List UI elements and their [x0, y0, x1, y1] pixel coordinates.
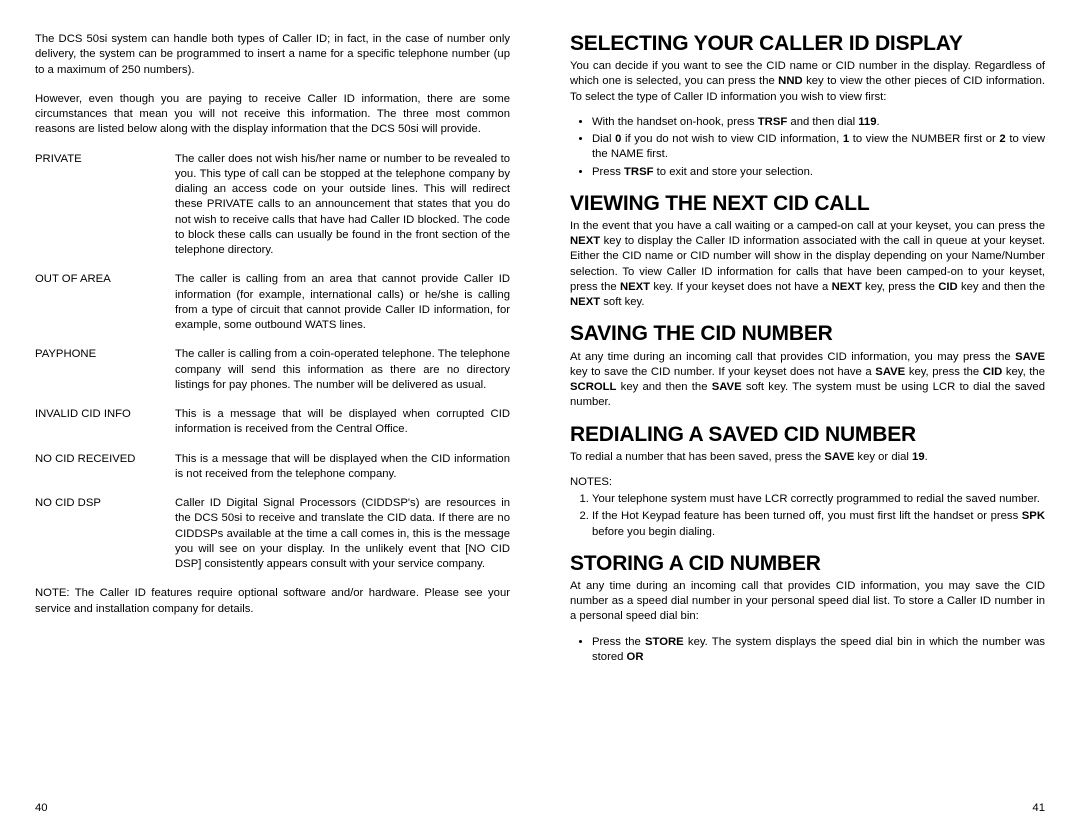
page-number-left: 40	[35, 802, 48, 814]
bullet-list: Press the STORE key. The system displays…	[570, 635, 1045, 666]
definition-desc: This is a message that will be displayed…	[175, 452, 510, 483]
list-item: If the Hot Keypad feature has been turne…	[592, 509, 1045, 540]
intro-paragraph-2: However, even though you are paying to r…	[35, 92, 510, 138]
definition-row: PAYPHONE The caller is calling from a co…	[35, 347, 510, 393]
numbered-list: Your telephone system must have LCR corr…	[570, 492, 1045, 540]
bullet-list: With the handset on-hook, press TRSF and…	[570, 115, 1045, 180]
list-item: With the handset on-hook, press TRSF and…	[592, 115, 1045, 130]
section-body: At any time during an incoming call that…	[570, 350, 1045, 411]
section-heading-viewing: VIEWING THE NEXT CID CALL	[570, 192, 1045, 215]
definition-row: OUT OF AREA The caller is calling from a…	[35, 272, 510, 333]
definition-row: NO CID DSP Caller ID Digital Signal Proc…	[35, 496, 510, 572]
left-page: The DCS 50si system can handle both type…	[0, 0, 540, 834]
definition-desc: Caller ID Digital Signal Processors (CID…	[175, 496, 510, 572]
definition-term: NO CID RECEIVED	[35, 452, 175, 483]
definition-desc: This is a message that will be displayed…	[175, 407, 510, 438]
list-item: Press the STORE key. The system displays…	[592, 635, 1045, 666]
definition-desc: The caller is calling from an area that …	[175, 272, 510, 333]
definition-term: OUT OF AREA	[35, 272, 175, 333]
right-page: SELECTING YOUR CALLER ID DISPLAY You can…	[540, 0, 1080, 834]
section-body: At any time during an incoming call that…	[570, 579, 1045, 625]
list-item: Press TRSF to exit and store your select…	[592, 165, 1045, 180]
section-body: In the event that you have a call waitin…	[570, 219, 1045, 311]
section-heading-saving: SAVING THE CID NUMBER	[570, 322, 1045, 345]
definition-desc: The caller is calling from a coin-operat…	[175, 347, 510, 393]
definition-term: NO CID DSP	[35, 496, 175, 572]
section-heading-storing: STORING A CID NUMBER	[570, 552, 1045, 575]
section-body: To redial a number that has been saved, …	[570, 450, 1045, 465]
definition-term: PRIVATE	[35, 152, 175, 259]
notes-label: NOTES:	[570, 475, 1045, 490]
section-body: You can decide if you want to see the CI…	[570, 59, 1045, 105]
definition-desc: The caller does not wish his/her name or…	[175, 152, 510, 259]
list-item: Your telephone system must have LCR corr…	[592, 492, 1045, 507]
definition-term: INVALID CID INFO	[35, 407, 175, 438]
definition-row: INVALID CID INFO This is a message that …	[35, 407, 510, 438]
note-paragraph: NOTE: The Caller ID features require opt…	[35, 586, 510, 617]
list-item: Dial 0 if you do not wish to view CID in…	[592, 132, 1045, 163]
page-number-right: 41	[1032, 802, 1045, 814]
definition-term: PAYPHONE	[35, 347, 175, 393]
definition-row: NO CID RECEIVED This is a message that w…	[35, 452, 510, 483]
intro-paragraph-1: The DCS 50si system can handle both type…	[35, 32, 510, 78]
section-heading-redialing: REDIALING A SAVED CID NUMBER	[570, 423, 1045, 446]
definition-row: PRIVATE The caller does not wish his/her…	[35, 152, 510, 259]
section-heading-selecting: SELECTING YOUR CALLER ID DISPLAY	[570, 32, 1045, 55]
